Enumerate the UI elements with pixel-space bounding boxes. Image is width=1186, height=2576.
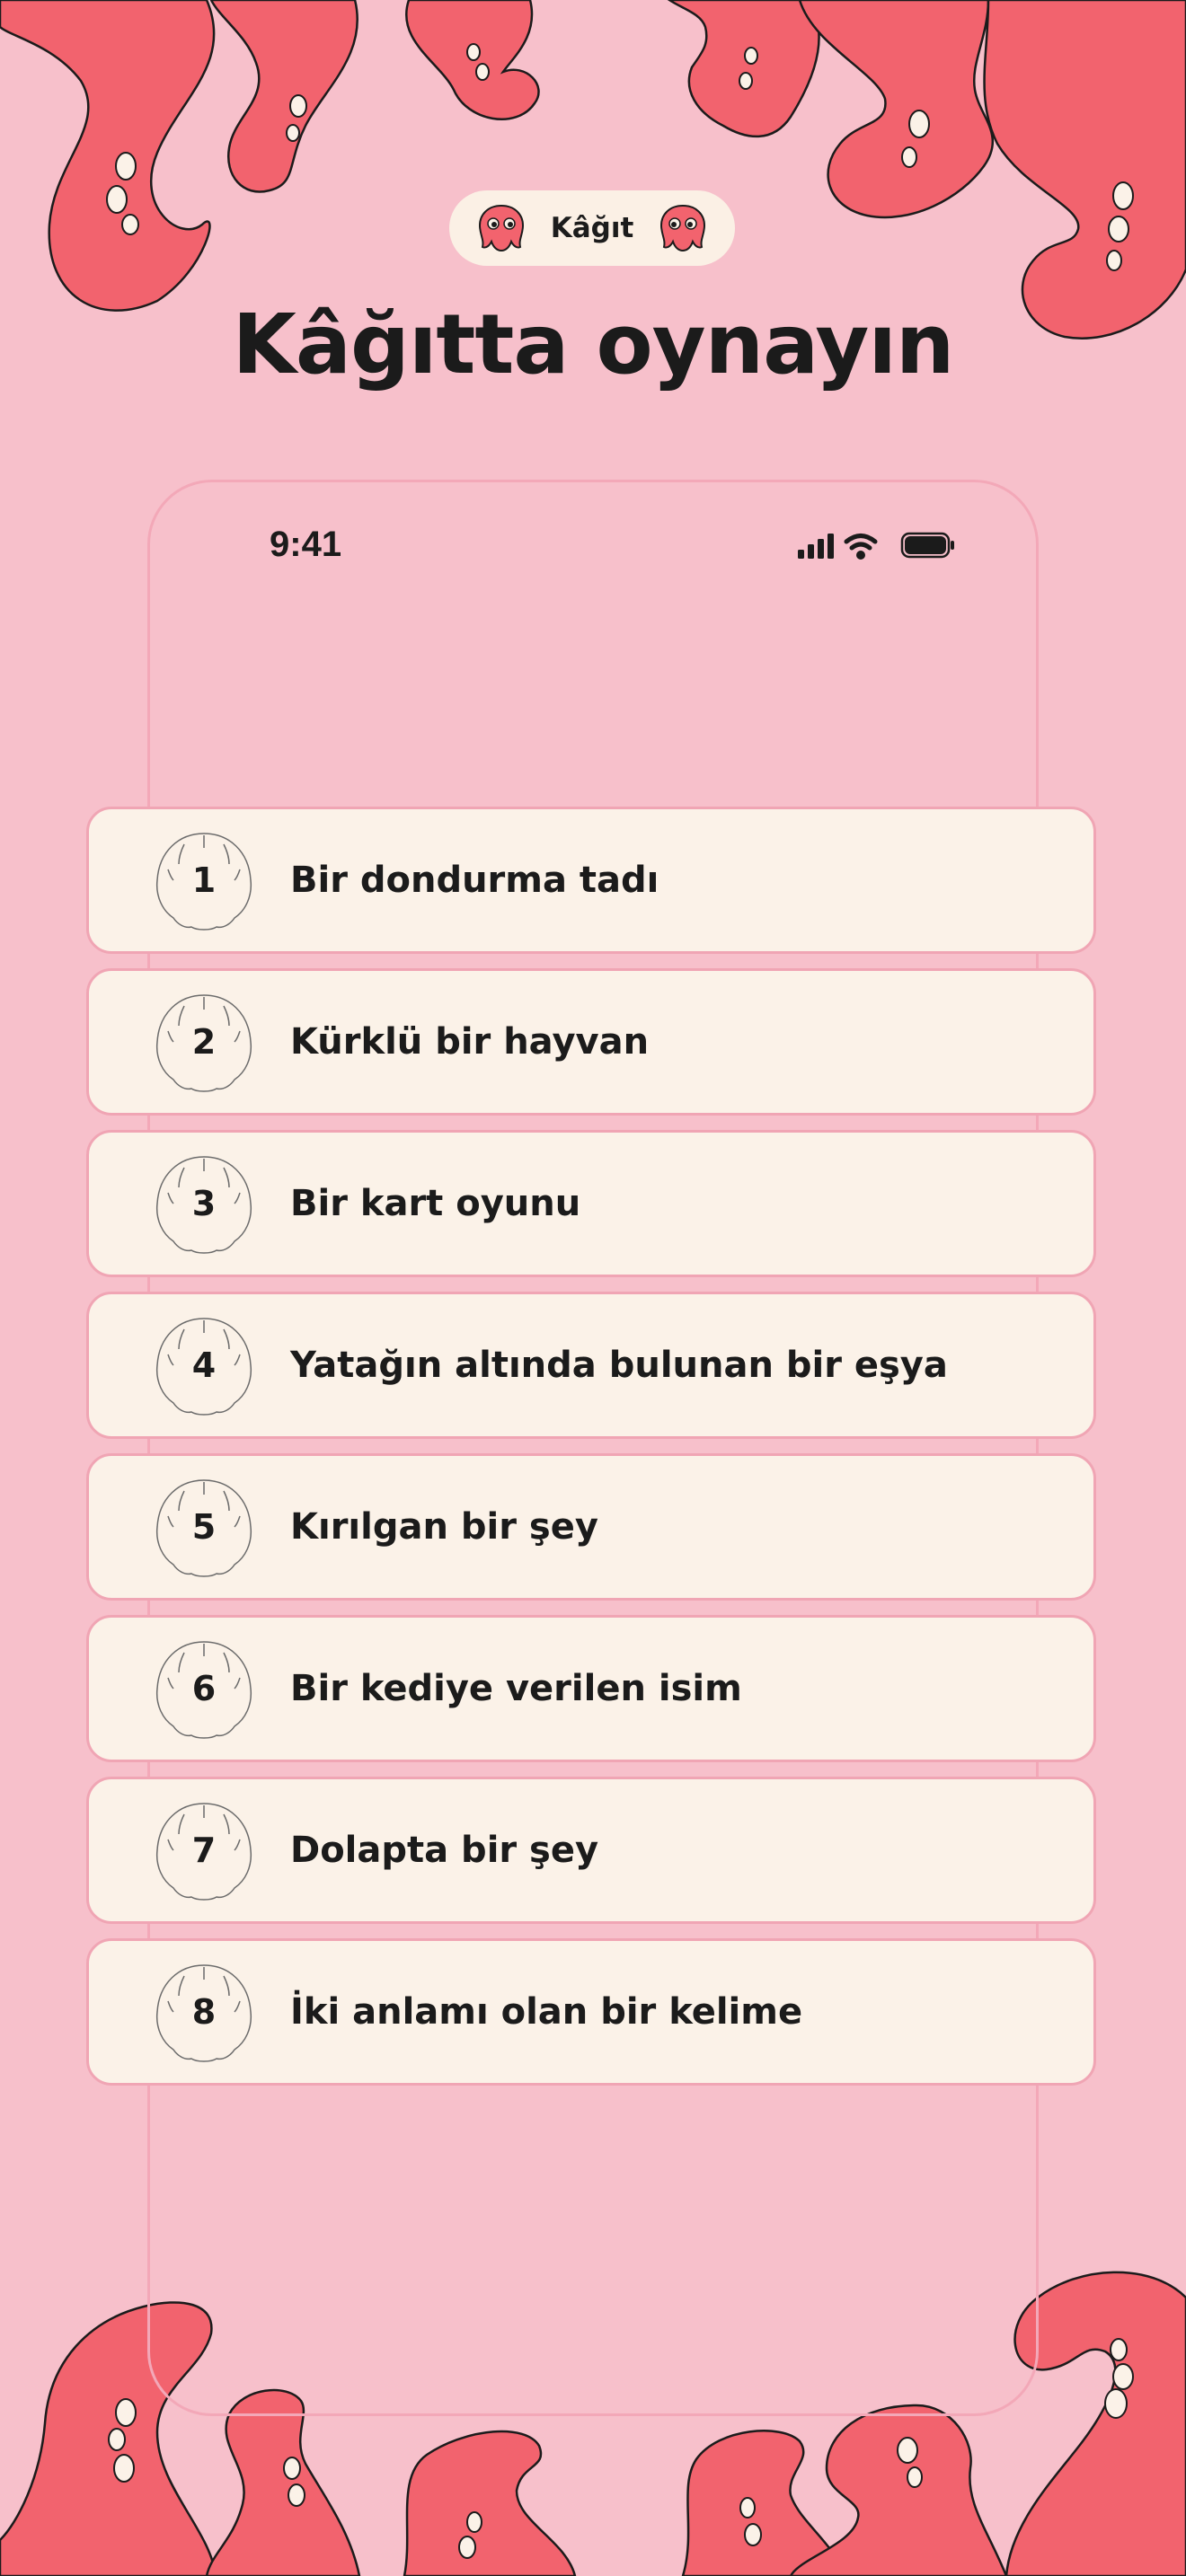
prompt-card-3[interactable]: 3 Bir kart oyunu [86,1130,1096,1277]
page-title: Kâğıtta oynayın [232,296,955,393]
prompt-number: 6 [191,1669,217,1708]
number-badge: 7 [148,1795,260,1906]
prompt-number: 2 [191,1022,217,1062]
prompt-text: Bir kediye verilen isim [290,1668,742,1709]
prompt-card-7[interactable]: 7 Dolapta bir şey [86,1777,1096,1924]
cellular-signal-icon [798,534,834,559]
brand-pill: Kâğıt [449,190,735,266]
prompt-card-2[interactable]: 2 Kürklü bir hayvan [86,968,1096,1116]
number-badge: 3 [148,1148,260,1259]
prompt-card-1[interactable]: 1 Bir dondurma tadı [86,807,1096,954]
prompt-text: Dolapta bir şey [290,1830,599,1871]
prompt-text: Bir kart oyunu [290,1183,581,1224]
number-badge: 6 [148,1633,260,1744]
prompt-number: 7 [191,1831,217,1870]
number-badge: 2 [148,986,260,1098]
prompt-number: 8 [191,1992,217,2032]
octopus-icon [660,204,706,252]
prompt-text: Kırılgan bir şey [290,1506,598,1548]
prompt-text: Yatağın altında bulunan bir eşya [290,1345,948,1386]
prompt-text: İki anlamı olan bir kelime [290,1991,803,2033]
prompt-text: Kürklü bir hayvan [290,1021,650,1063]
prompt-number: 4 [191,1345,217,1385]
number-badge: 5 [148,1471,260,1583]
prompt-number: 3 [191,1184,217,1223]
number-badge: 1 [148,825,260,936]
wifi-icon [844,534,878,560]
prompt-text: Bir dondurma tadı [290,860,659,901]
status-icons [798,532,954,560]
prompt-card-4[interactable]: 4 Yatağın altında bulunan bir eşya [86,1292,1096,1439]
status-time: 9:41 [270,525,342,564]
prompt-list: 1 Bir dondurma tadı 2 Kürklü bir hayvan … [86,807,1096,2100]
brand-label: Kâğıt [550,212,634,244]
battery-icon [900,532,954,559]
prompt-card-8[interactable]: 8 İki anlamı olan bir kelime [86,1938,1096,2086]
prompt-card-5[interactable]: 5 Kırılgan bir şey [86,1453,1096,1601]
prompt-card-6[interactable]: 6 Bir kediye verilen isim [86,1615,1096,1762]
prompt-number: 5 [191,1507,217,1547]
octopus-icon [478,204,524,252]
number-badge: 8 [148,1956,260,2068]
number-badge: 4 [148,1310,260,1421]
prompt-number: 1 [191,860,217,900]
